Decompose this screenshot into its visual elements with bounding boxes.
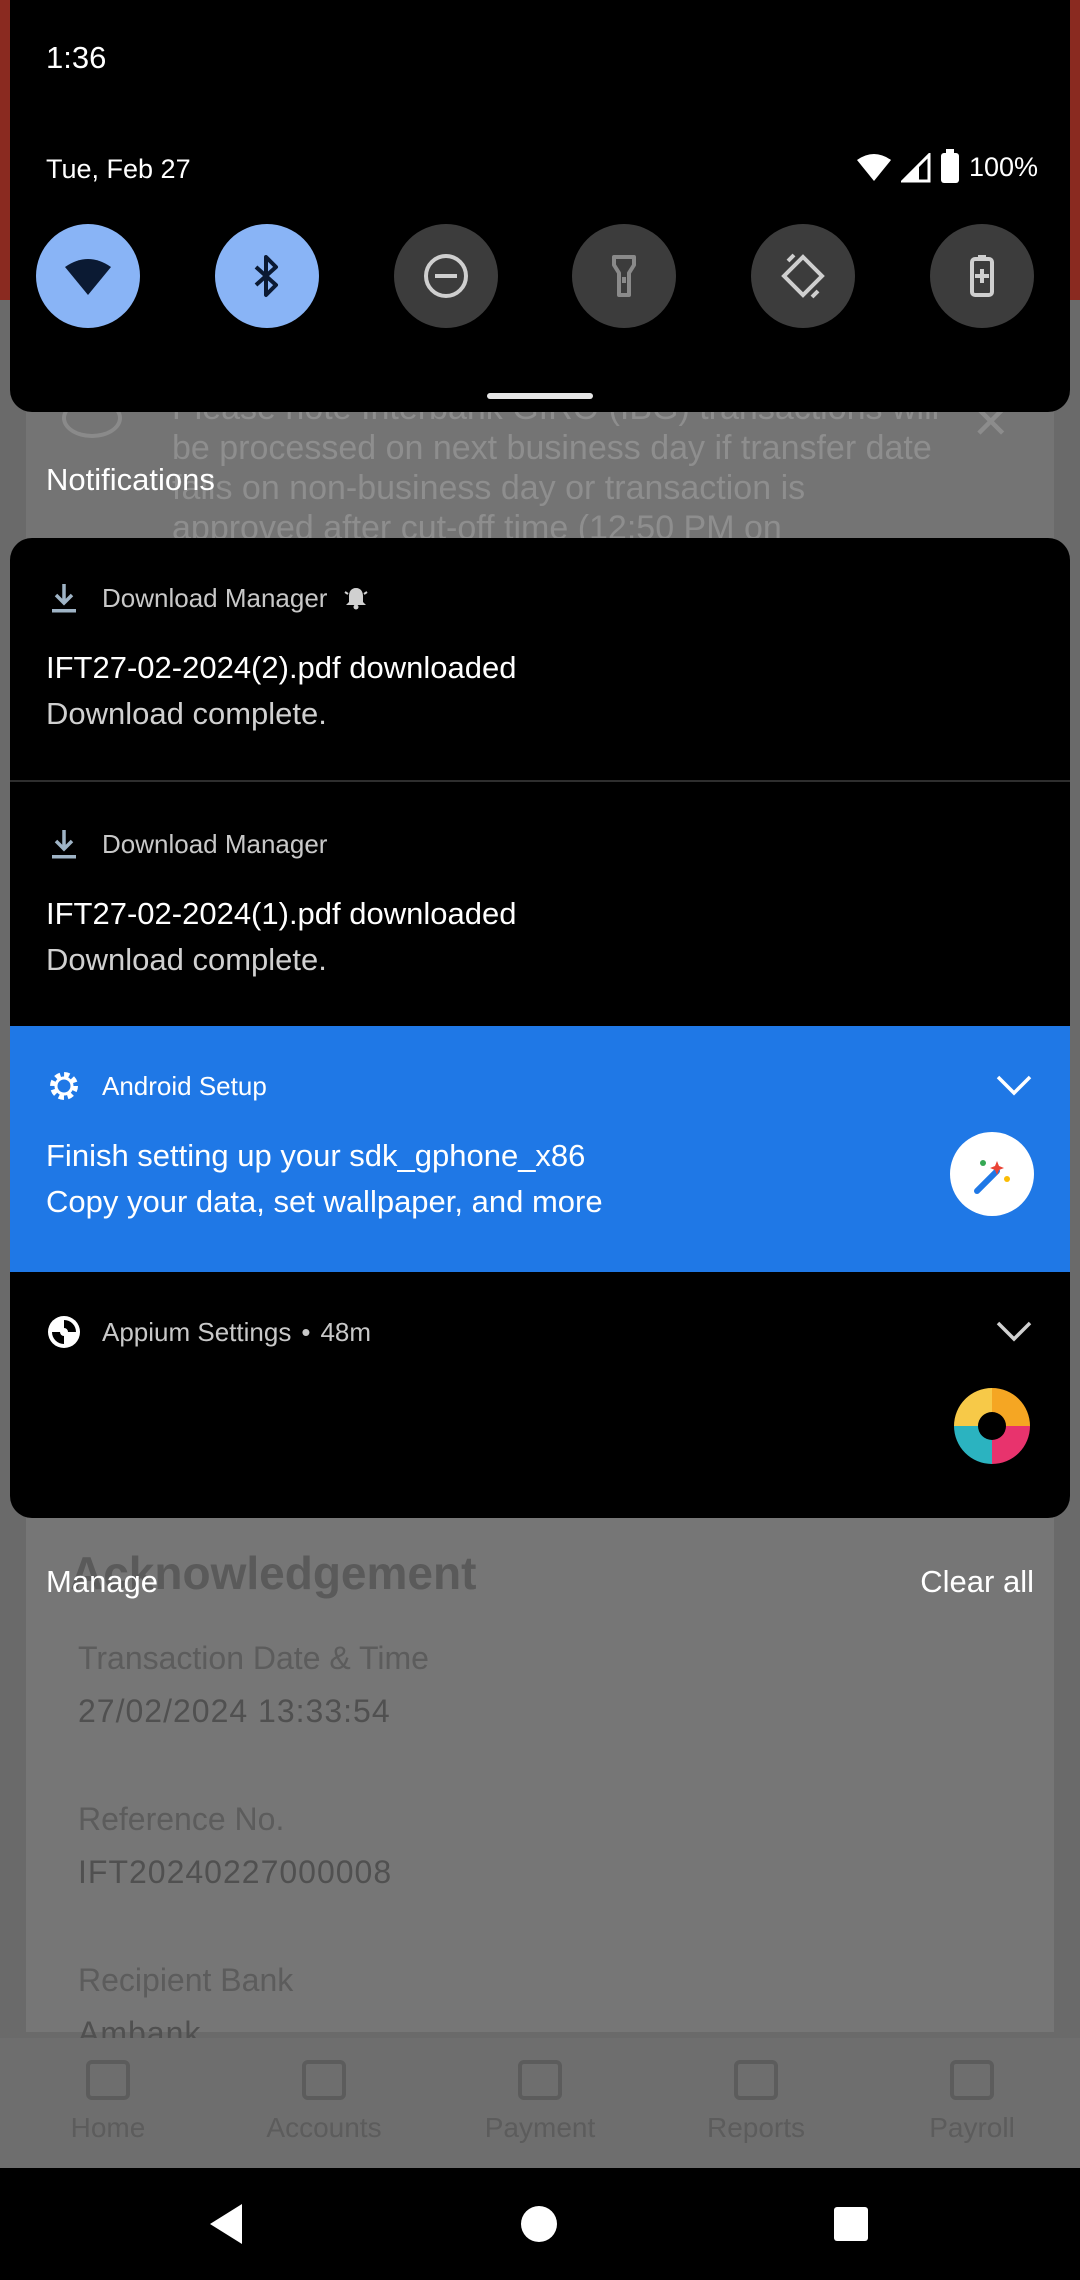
appium-icon	[46, 1314, 82, 1350]
expand-chevron-icon[interactable]	[994, 1070, 1034, 1100]
gear-icon	[46, 1068, 82, 1104]
back-icon[interactable]	[206, 2202, 246, 2246]
field-label: Recipient Bank	[78, 1962, 294, 1998]
app-bottom-nav: Home Accounts Payment Reports Payroll	[0, 2038, 1080, 2168]
download-icon	[46, 580, 82, 616]
notification-app-name: Appium Settings	[102, 1316, 292, 1347]
field-value: 27/02/2024 13:33:54	[78, 1693, 391, 1729]
field-label: Transaction Date & Time	[78, 1640, 429, 1676]
alerting-bell-icon	[344, 588, 369, 610]
download-icon	[46, 826, 82, 862]
wifi-signal-icon	[856, 153, 891, 181]
battery-saver-icon	[969, 255, 994, 297]
drag-handle[interactable]	[487, 393, 593, 399]
auto-rotate-tile[interactable]	[751, 224, 856, 328]
bluetooth-icon	[254, 255, 278, 297]
wifi-icon	[65, 259, 111, 295]
qs-status-icons: 100%	[856, 148, 1038, 183]
auto-rotate-icon	[781, 253, 826, 299]
cell-signal-icon	[900, 152, 931, 182]
notifications-heading: Notifications	[46, 462, 215, 497]
flashlight-tile[interactable]	[572, 224, 677, 328]
notification-app-name: Download Manager	[102, 582, 328, 613]
qs-date[interactable]: Tue, Feb 27	[46, 154, 191, 185]
accounts-icon	[302, 2060, 346, 2100]
battery-icon	[940, 148, 959, 183]
reports-icon	[734, 2060, 778, 2100]
dnd-tile[interactable]	[393, 224, 498, 328]
wifi-tile[interactable]	[36, 224, 140, 328]
app-nav-payment: Payment	[432, 2038, 648, 2168]
notification-time: 48m	[320, 1316, 372, 1347]
info-banner-text: Please note Interbank GIRO (IBG) transac…	[172, 389, 939, 547]
status-time: 1:36	[46, 40, 107, 75]
wallet-icon	[518, 2060, 562, 2100]
notification-title: Finish setting up your sdk_gphone_x86	[46, 1138, 586, 1173]
folder-icon	[950, 2060, 994, 2100]
notification-title: IFT27-02-2024(1).pdf downloaded	[46, 896, 517, 931]
clear-all-button[interactable]: Clear all	[920, 1564, 1034, 1600]
app-nav-payroll: Payroll	[864, 2038, 1080, 2168]
notification-header: Download Manager	[46, 826, 327, 862]
notification-download-1[interactable]: Download Manager IFT27-02-2024(1).pdf do…	[10, 784, 1070, 1026]
recents-icon[interactable]	[834, 2207, 868, 2241]
do-not-disturb-icon	[423, 254, 468, 298]
setup-wand-icon	[950, 1132, 1034, 1216]
notification-header: Download Manager	[46, 580, 369, 616]
notification-appium-settings[interactable]: Appium Settings • 48m	[10, 1272, 1070, 1518]
notification-title: IFT27-02-2024(2).pdf downloaded	[46, 650, 517, 685]
notification-header: Appium Settings • 48m	[46, 1314, 371, 1350]
battery-percent: 100%	[968, 152, 1038, 182]
bluetooth-tile[interactable]	[214, 224, 319, 328]
quick-settings-tiles	[36, 224, 1034, 328]
expand-chevron-icon[interactable]	[994, 1316, 1034, 1346]
home-icon	[86, 2060, 130, 2100]
app-nav-accounts: Accounts	[216, 2038, 432, 2168]
field-label: Reference No.	[78, 1801, 285, 1837]
quick-settings-panel	[10, 0, 1070, 412]
notification-download-2[interactable]: Download Manager IFT27-02-2024(2).pdf do…	[10, 538, 1070, 782]
app-nav-home: Home	[0, 2038, 216, 2168]
field-value: IFT20240227000008	[78, 1854, 393, 1890]
notification-header: Android Setup	[46, 1068, 267, 1104]
home-button-icon[interactable]	[521, 2206, 557, 2242]
notification-list: Download Manager IFT27-02-2024(2).pdf do…	[10, 538, 1070, 1518]
flashlight-icon	[612, 255, 637, 297]
battery-saver-tile[interactable]	[929, 224, 1034, 328]
notification-text: Copy your data, set wallpaper, and more	[46, 1184, 603, 1219]
notification-app-name: Download Manager	[102, 828, 328, 859]
system-nav-bar	[0, 2168, 1080, 2280]
notification-text: Download complete.	[46, 696, 327, 731]
notification-app-name: Android Setup	[102, 1070, 267, 1101]
app-nav-reports: Reports	[648, 2038, 864, 2168]
appium-logo-icon	[954, 1388, 1030, 1464]
separator-dot: •	[301, 1316, 311, 1347]
notification-android-setup[interactable]: Android Setup Finish setting up your sdk…	[10, 1026, 1070, 1272]
notification-text: Download complete.	[46, 942, 327, 977]
manage-button[interactable]: Manage	[46, 1564, 158, 1600]
